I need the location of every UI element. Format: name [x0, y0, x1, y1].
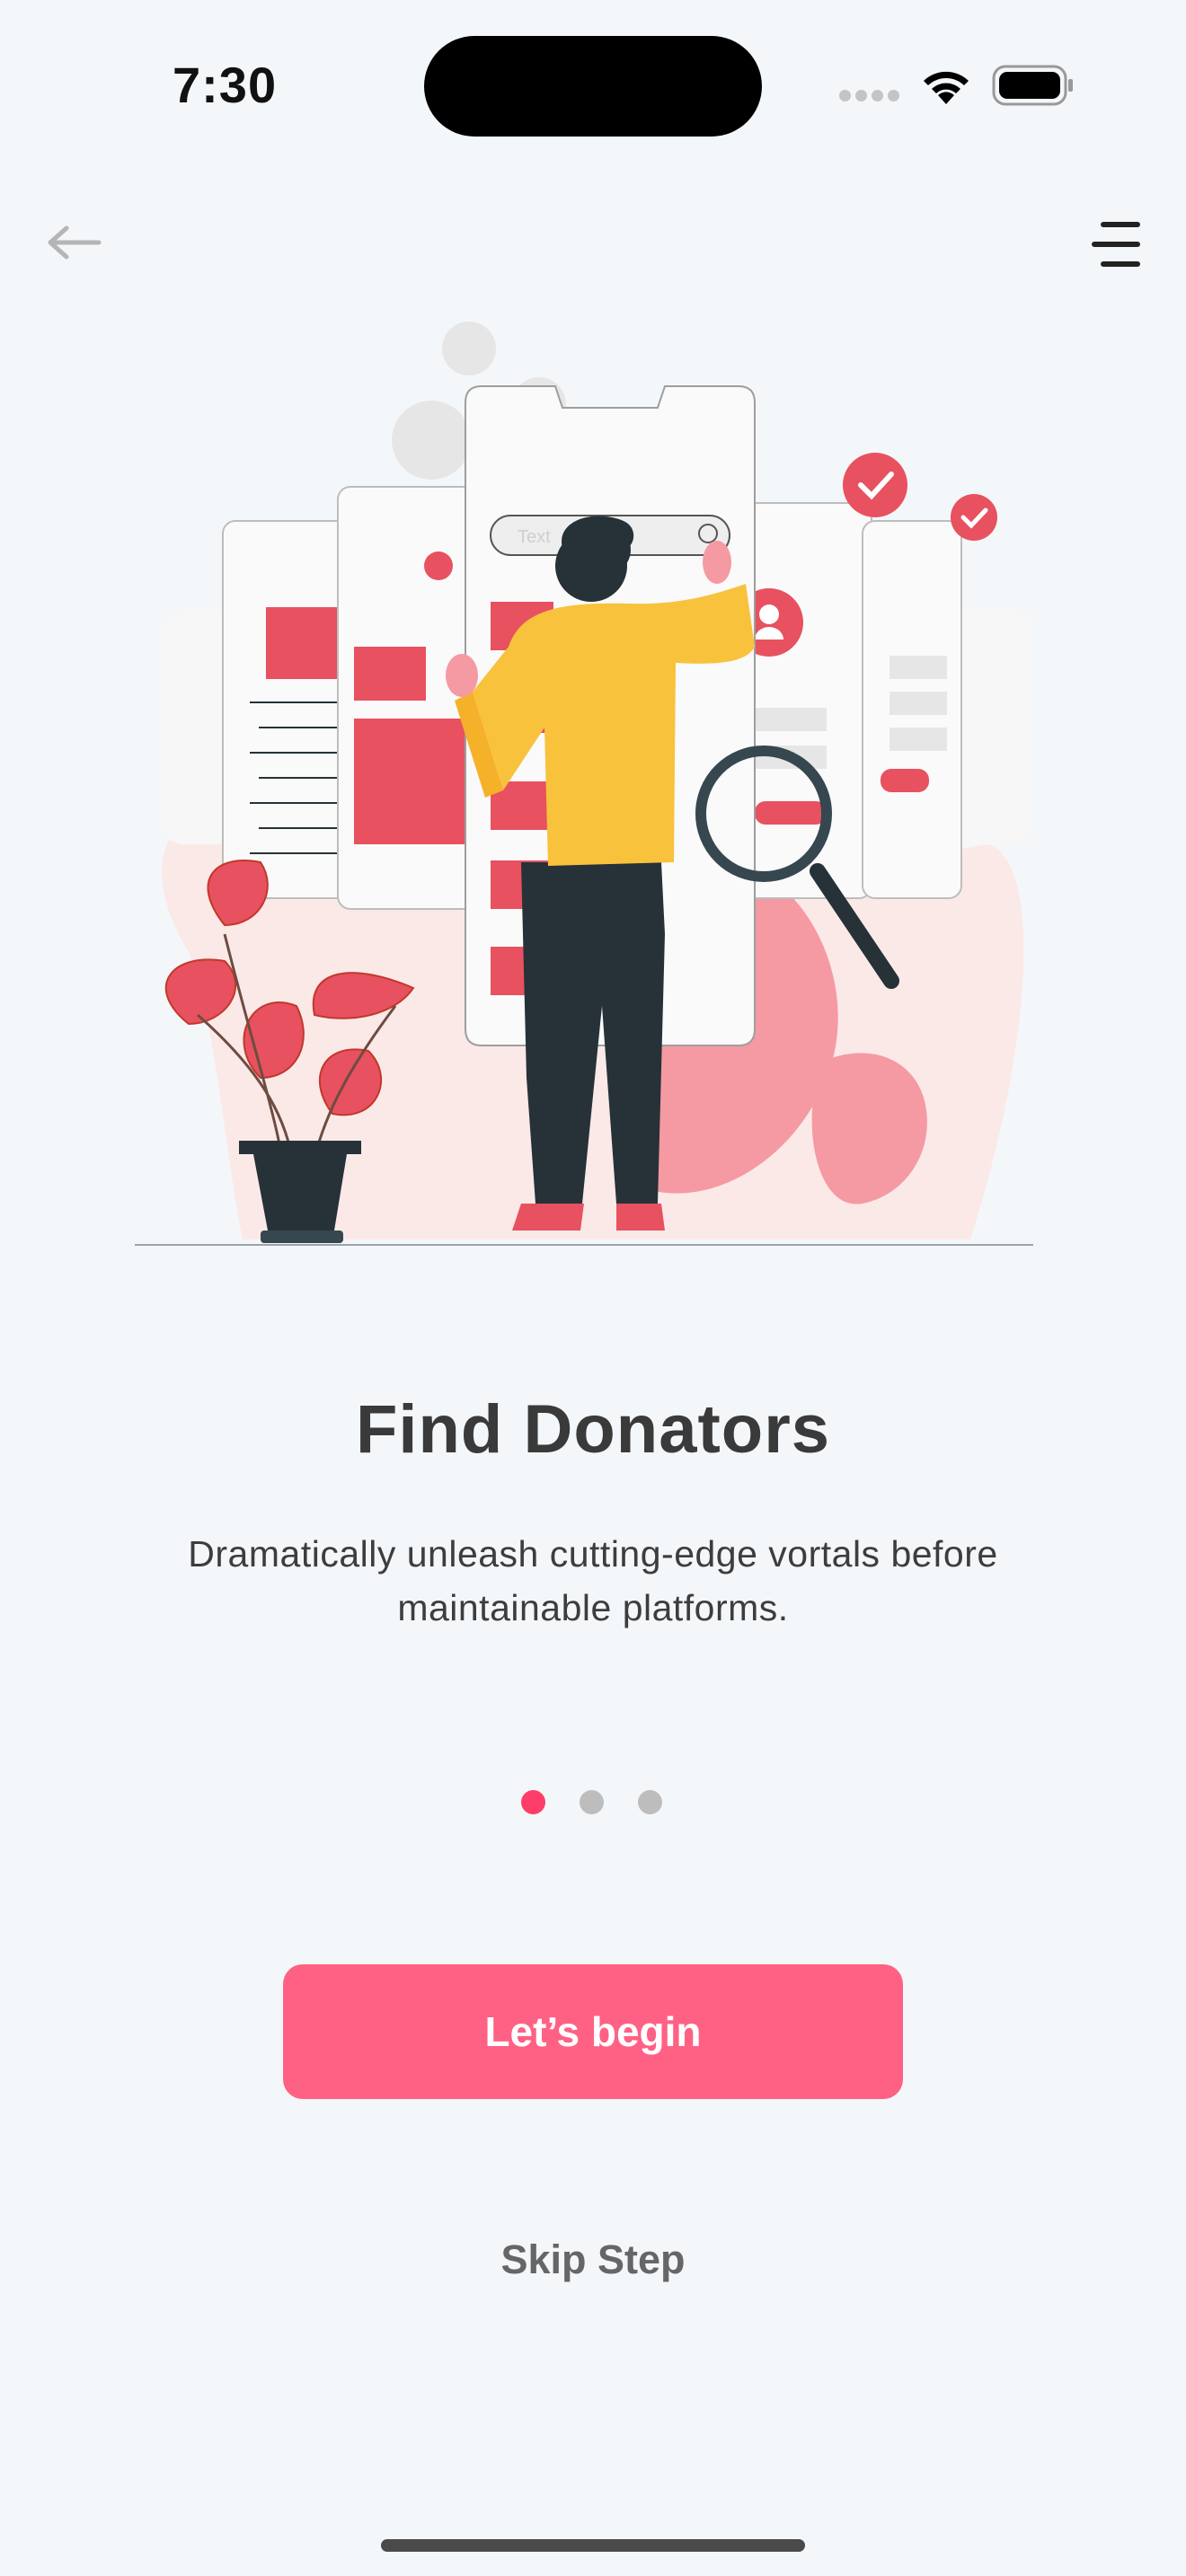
home-indicator[interactable] — [381, 2539, 805, 2552]
menu-button[interactable] — [1089, 217, 1143, 271]
wifi-icon — [924, 71, 969, 104]
search-placeholder-text: Text — [518, 527, 551, 547]
arrow-left-icon — [48, 225, 102, 260]
page-dot[interactable] — [638, 1790, 662, 1814]
dynamic-island — [424, 36, 762, 137]
menu-icon — [1092, 222, 1140, 267]
status-time: 7:30 — [173, 57, 278, 113]
skip-step-button[interactable]: Skip Step — [0, 2236, 1186, 2283]
lets-begin-button[interactable]: Let’s begin — [283, 1964, 903, 2099]
page-dot[interactable] — [580, 1790, 604, 1814]
page-dot-active[interactable] — [521, 1790, 545, 1814]
onboarding-illustration: Text — [135, 322, 1033, 1246]
back-button[interactable] — [43, 217, 111, 268]
page-indicator — [521, 1790, 665, 1817]
cellular-signal-icon — [839, 90, 907, 102]
battery-icon — [992, 65, 1073, 106]
onboarding-subtitle: Dramatically unleash cutting-edge vortal… — [188, 1533, 998, 1628]
onboarding-title: Find Donators — [355, 1391, 831, 1468]
